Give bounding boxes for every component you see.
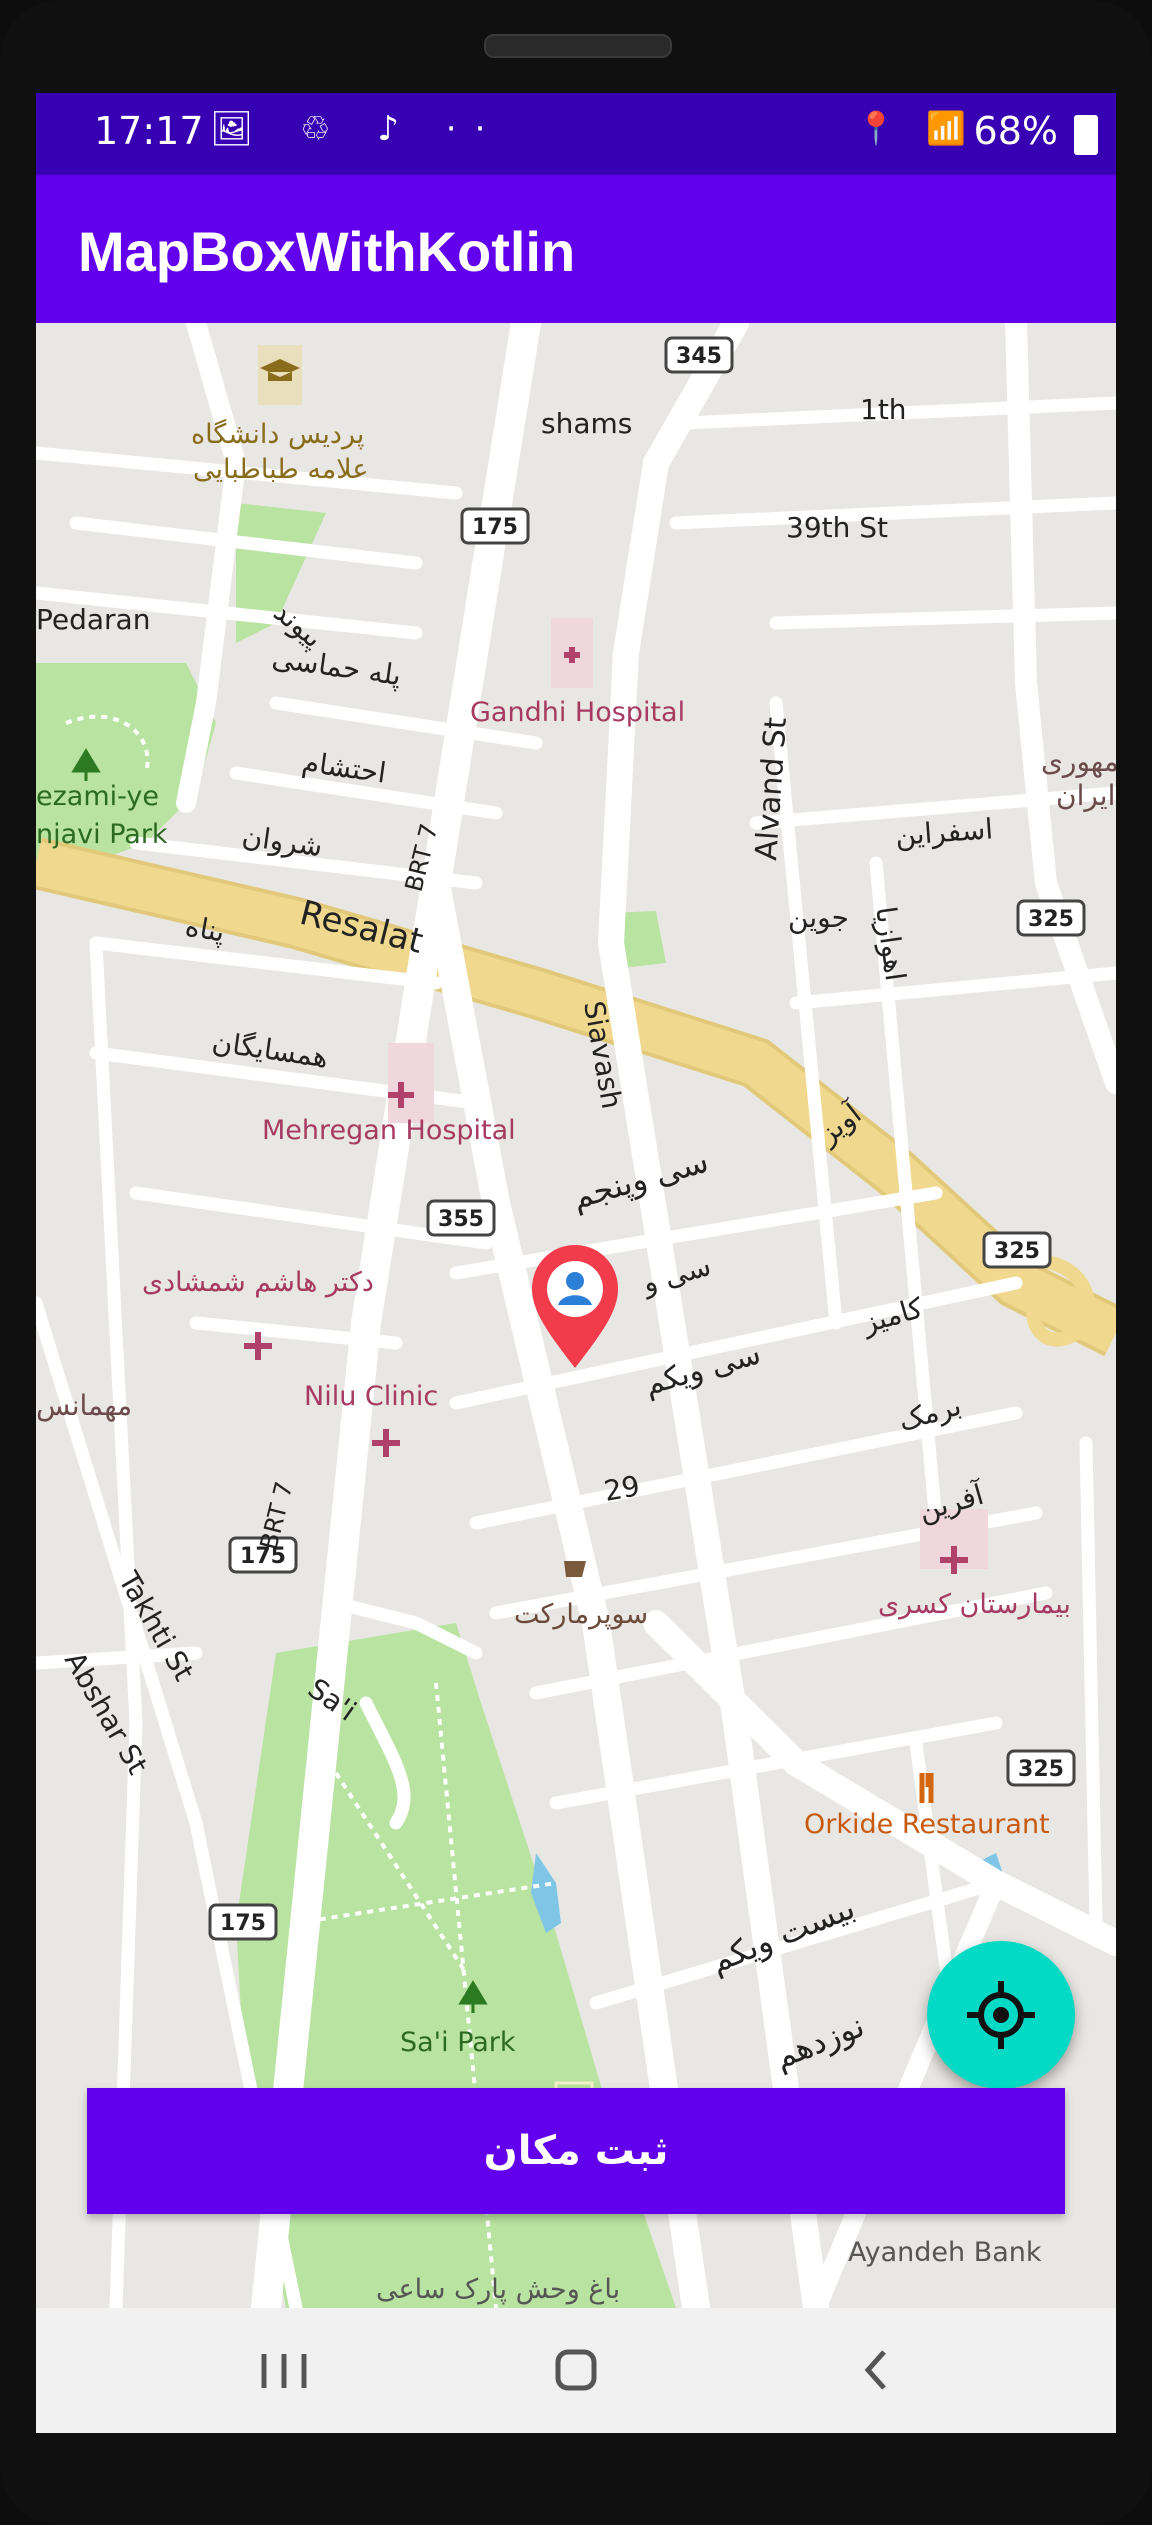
svg-text:بیمارستان کسری: بیمارستان کسری — [878, 1589, 1071, 1620]
battery-percent: 68% — [973, 109, 1058, 153]
svg-text:اسفراین: اسفراین — [894, 812, 994, 852]
svg-text:علامه طباطبایی: علامه طباطبایی — [193, 454, 369, 485]
svg-text:پردیس دانشگاه: پردیس دانشگاه — [191, 418, 364, 450]
battery-icon — [1074, 115, 1098, 155]
route-shield-325: 325 — [1006, 1749, 1076, 1787]
status-bar: 17:17 🖼 ♲ ♪ ·· 📍 📶 68% — [36, 93, 1116, 175]
earpiece-speaker — [484, 34, 672, 58]
back-icon[interactable] — [836, 2340, 916, 2400]
svg-text:مهمانس: مهمانس — [36, 1389, 132, 1422]
svg-text:دکتر هاشم شمشادی: دکتر هاشم شمشادی — [142, 1267, 374, 1298]
svg-text:ezami-ye: ezami-ye — [36, 781, 159, 812]
signal-icons: 📍 📶 — [856, 109, 976, 147]
svg-text:39th St: 39th St — [786, 511, 888, 544]
status-time: 17:17 — [94, 109, 204, 153]
home-icon[interactable] — [536, 2340, 616, 2400]
system-nav-bar — [36, 2308, 1116, 2433]
svg-text:shams: shams — [541, 407, 632, 440]
my-location-icon — [967, 1981, 1035, 2049]
route-shield-325: 325 — [1016, 899, 1086, 937]
svg-text:355: 355 — [438, 1207, 484, 1232]
app-bar: MapBoxWithKotlin — [36, 175, 1116, 323]
svg-text:29: 29 — [601, 1469, 642, 1508]
svg-text:Pedaran: Pedaran — [36, 603, 150, 636]
svg-text:njavi Park: njavi Park — [36, 819, 168, 850]
svg-text:باغ وحش پارک ساعی: باغ وحش پارک ساعی — [376, 2274, 620, 2305]
svg-text:325: 325 — [994, 1239, 1040, 1264]
svg-text:1th: 1th — [860, 393, 907, 426]
svg-text:175: 175 — [220, 1911, 266, 1936]
app-title: MapBoxWithKotlin — [78, 220, 576, 283]
device-screen: 17:17 🖼 ♲ ♪ ·· 📍 📶 68% MapBoxWithKotlin — [36, 93, 1116, 2433]
route-shield-345: 345 — [664, 336, 734, 374]
svg-text:325: 325 — [1028, 907, 1074, 932]
route-shield-175: 175 — [460, 507, 530, 545]
route-shield-355: 355 — [426, 1199, 496, 1237]
svg-text:سوپرمارکت: سوپرمارکت — [514, 1599, 648, 1630]
notification-icons: 🖼 ♲ ♪ ·· — [210, 109, 504, 149]
phone-frame: 17:17 🖼 ♲ ♪ ·· 📍 📶 68% MapBoxWithKotlin — [0, 0, 1152, 2525]
svg-text:Nilu Clinic: Nilu Clinic — [304, 1381, 438, 1412]
svg-text:Sa'i Park: Sa'i Park — [400, 2027, 516, 2058]
svg-text:جمهوری: جمهوری — [1041, 745, 1116, 778]
svg-text:Ayandeh Bank: Ayandeh Bank — [848, 2237, 1042, 2268]
svg-text:175: 175 — [472, 515, 518, 540]
svg-text:Gandhi Hospital: Gandhi Hospital — [470, 697, 685, 728]
svg-text:Mehregan Hospital: Mehregan Hospital — [262, 1115, 516, 1146]
svg-text:345: 345 — [676, 344, 722, 369]
university-icon-bg — [258, 345, 302, 405]
svg-text:جوین: جوین — [788, 901, 849, 934]
route-shield-325: 325 — [982, 1231, 1052, 1269]
save-location-button[interactable]: ثبت مکان — [87, 2088, 1065, 2214]
svg-text:ایران: ایران — [1056, 779, 1115, 812]
mehregan-hospital-area — [388, 1043, 434, 1123]
person-icon — [566, 1272, 584, 1290]
svg-text:پناه: پناه — [183, 909, 228, 948]
svg-text:325: 325 — [1018, 1757, 1064, 1782]
my-location-button[interactable] — [927, 1941, 1075, 2089]
recents-icon[interactable] — [244, 2340, 324, 2400]
svg-text:Orkide Restaurant: Orkide Restaurant — [804, 1809, 1050, 1840]
route-shield-175: 175 — [208, 1903, 278, 1941]
